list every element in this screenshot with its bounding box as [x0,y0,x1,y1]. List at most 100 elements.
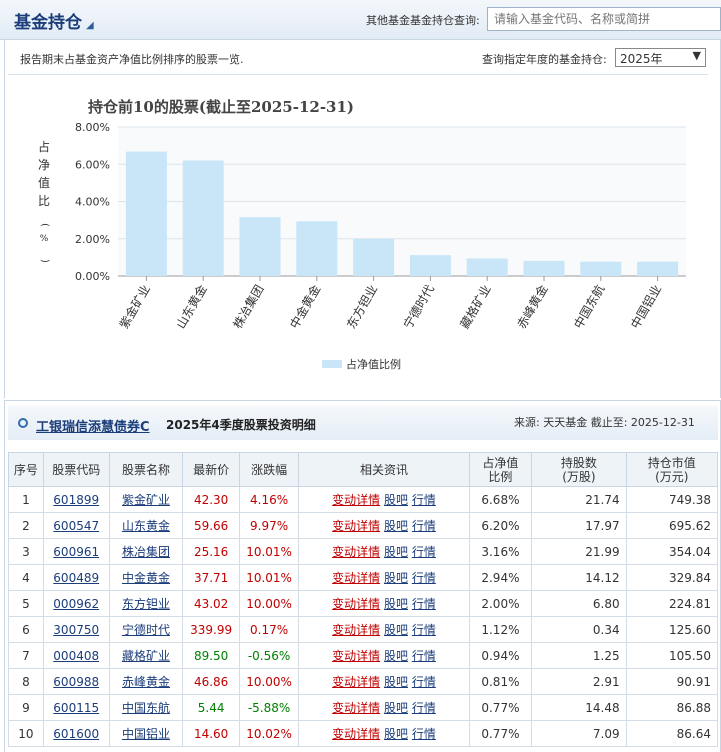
stock-name-link[interactable]: 中国东航 [122,701,170,715]
detail-header: 工银瑞信添慧债券C 2025年4季度股票投资明细 来源: 天天基金 截止至: 2… [8,406,718,440]
table-row: 5 000962 东方钽业 43.02 10.00% 变动详情 股吧 行情 2.00% 6.8… [8,590,719,617]
stock-code-link[interactable]: 601899 [53,493,99,507]
quote-link[interactable]: 行情 [412,727,436,741]
stock-name-link[interactable]: 紫金矿业 [122,493,170,507]
col-header: 序号 [8,452,44,487]
stock-name-link[interactable]: 宁德时代 [122,623,170,637]
stock-name-cell: 宁德时代 [108,616,184,643]
y-axis-label-char: % [40,234,49,244]
shares-held: 17.97 [531,512,627,539]
stock-code-link[interactable]: 600489 [53,571,99,585]
col-header: 占净值比例 [468,452,533,487]
forum-link[interactable]: 股吧 [384,597,408,611]
stock-name-link[interactable]: 赤峰黄金 [122,675,170,689]
stock-code-link[interactable]: 300750 [53,623,99,637]
forum-link[interactable]: 股吧 [384,545,408,559]
stock-name-cell: 中国铝业 [108,720,184,747]
stock-name-link[interactable]: 藏格矿业 [122,649,170,663]
fund-name-link[interactable]: 工银瑞信添慧债券C [36,416,150,435]
shares-held: 21.99 [531,538,627,565]
quote-link[interactable]: 行情 [412,597,436,611]
row-number: 5 [8,590,44,617]
row-number: 4 [8,564,44,591]
quote-link[interactable]: 行情 [412,701,436,715]
stock-code-cell: 600961 [42,538,110,565]
x-tick-label: 藏格矿业 [457,282,494,331]
bar [637,261,679,276]
related-links: 变动详情 股吧 行情 [298,694,470,721]
stock-code-link[interactable]: 601600 [53,727,99,741]
quote-link[interactable]: 行情 [412,623,436,637]
x-tick-label: 宁德时代 [400,282,437,331]
x-tick-label: 中国铝业 [627,282,664,331]
bar [523,260,565,276]
related-links: 变动详情 股吧 行情 [298,564,470,591]
y-tick-label: 2.00% [75,233,110,246]
y-axis-label-char: 值 [38,175,50,190]
quote-link[interactable]: 行情 [412,675,436,689]
quote-link[interactable]: 行情 [412,493,436,507]
bar [182,160,224,276]
bar [466,258,508,276]
stock-name-link[interactable]: 株冶集团 [122,545,170,559]
fund-query-label: 其他基金基金持仓查询: [366,14,480,27]
change-percent: 0.17% [238,616,300,643]
forum-link[interactable]: 股吧 [384,649,408,663]
row-number: 10 [8,720,44,747]
year-select[interactable]: 2025年 ▼ [615,48,706,67]
change-detail-link[interactable]: 变动详情 [332,675,380,689]
forum-link[interactable]: 股吧 [384,675,408,689]
forum-link[interactable]: 股吧 [384,623,408,637]
change-detail-link[interactable]: 变动详情 [332,597,380,611]
col-header: 相关资讯 [298,452,470,487]
quote-link[interactable]: 行情 [412,545,436,559]
stock-name-cell: 山东黄金 [108,512,184,539]
circle-bullet-icon [18,418,28,428]
market-value: 86.88 [625,694,719,721]
nav-ratio: 1.12% [468,616,533,643]
holdings-table: 序号 股票代码 股票名称 最新价 涨跌幅 相关资讯 占净值比例 持股数(万股) … [8,452,719,747]
bar [239,217,281,276]
stock-name-link[interactable]: 中国铝业 [122,727,170,741]
change-detail-link[interactable]: 变动详情 [332,649,380,663]
latest-price: 89.50 [182,642,240,669]
y-axis-label-char: 比 [38,194,50,208]
stock-code-cell: 000408 [42,642,110,669]
stock-code-link[interactable]: 000408 [53,649,99,663]
x-tick-label: 东方钽业 [343,282,380,331]
stock-code-link[interactable]: 000962 [53,597,99,611]
related-links: 变动详情 股吧 行情 [298,538,470,565]
forum-link[interactable]: 股吧 [384,519,408,533]
quote-link[interactable]: 行情 [412,571,436,585]
stock-code-link[interactable]: 600115 [53,701,99,715]
forum-link[interactable]: 股吧 [384,493,408,507]
change-detail-link[interactable]: 变动详情 [332,571,380,585]
stock-code-link[interactable]: 600988 [53,675,99,689]
change-detail-link[interactable]: 变动详情 [332,701,380,715]
change-detail-link[interactable]: 变动详情 [332,545,380,559]
forum-link[interactable]: 股吧 [384,727,408,741]
stock-name-link[interactable]: 山东黄金 [122,519,170,533]
change-detail-link[interactable]: 变动详情 [332,623,380,637]
stock-code-link[interactable]: 600961 [53,545,99,559]
stock-name-link[interactable]: 中金黄金 [122,571,170,585]
change-detail-link[interactable]: 变动详情 [332,519,380,533]
forum-link[interactable]: 股吧 [384,571,408,585]
quote-link[interactable]: 行情 [412,519,436,533]
change-detail-link[interactable]: 变动详情 [332,727,380,741]
stock-name-link[interactable]: 东方钽业 [122,597,170,611]
year-select-value: 2025年 [620,52,663,66]
fund-search-input[interactable] [487,7,721,31]
quote-link[interactable]: 行情 [412,649,436,663]
report-description: 报告期末占基金资产净值比例排序的股票一览. [20,53,244,66]
change-detail-link[interactable]: 变动详情 [332,493,380,507]
related-links: 变动详情 股吧 行情 [298,512,470,539]
row-number: 6 [8,616,44,643]
stock-code-cell: 601600 [42,720,110,747]
nav-ratio: 3.16% [468,538,533,565]
shares-held: 0.34 [531,616,627,643]
row-number: 8 [8,668,44,695]
forum-link[interactable]: 股吧 [384,701,408,715]
stock-code-link[interactable]: 600547 [53,519,99,533]
change-percent: -5.88% [238,694,300,721]
